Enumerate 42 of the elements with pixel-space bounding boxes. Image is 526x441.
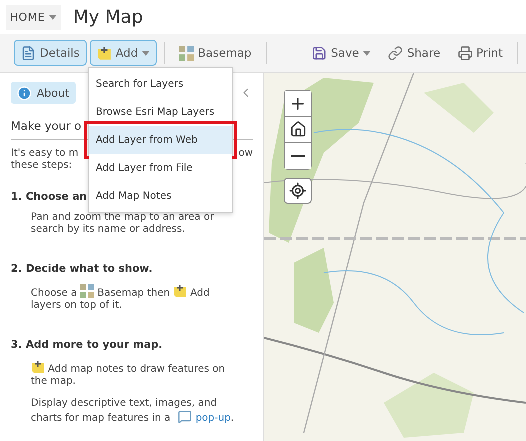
document-icon	[21, 46, 36, 60]
locate-icon	[289, 182, 307, 200]
intro-text: ow	[238, 148, 253, 160]
locate-button[interactable]	[284, 178, 312, 204]
intro-text: It's easy to m	[11, 148, 79, 160]
step-text: Display descriptive text, images, and charts for map features in a pop-up.	[30, 398, 236, 425]
menu-item[interactable]: Browse Esri Map Layers	[89, 98, 232, 126]
print-button[interactable]: Print	[450, 40, 510, 66]
info-icon	[17, 86, 32, 100]
save-icon	[312, 46, 328, 60]
zoom-in-button[interactable]	[285, 91, 311, 117]
step-title: 3. Add more to your map.	[11, 338, 163, 352]
step-text: Pan and zoom the map to an area or search by its name or address.	[30, 212, 216, 236]
home-icon	[290, 121, 306, 138]
print-icon	[458, 46, 473, 60]
grid-icon	[80, 284, 94, 298]
link-icon	[388, 46, 404, 60]
step-text: Add map notes to draw features on the map.	[11, 360, 253, 388]
menu-item[interactable]: Add Layer from Web	[89, 126, 232, 154]
intro-text: these steps:	[11, 160, 72, 172]
basemap-button[interactable]: Basemap	[172, 40, 259, 66]
step-title: 2. Decide what to show.	[11, 262, 153, 276]
popup-link[interactable]: pop-up	[196, 413, 231, 424]
home-menu[interactable]: HOME	[6, 4, 62, 30]
note-plus-icon	[173, 284, 188, 298]
add-button[interactable]: Add	[90, 40, 158, 66]
caret-icon	[49, 14, 58, 20]
panel-heading: Make your o	[11, 118, 82, 134]
step-title: 1. Choose an	[11, 190, 88, 204]
note-plus-icon	[96, 46, 112, 60]
speech-bubble-icon	[178, 410, 192, 424]
menu-item[interactable]: Add Layer from File	[89, 154, 232, 182]
step-text: Choose a Basemap then Add layers on top of it.	[11, 284, 253, 312]
menu-item[interactable]: Search for Layers	[89, 70, 232, 98]
details-button[interactable]: Details	[14, 40, 87, 66]
map-title: My Map	[73, 6, 144, 28]
share-button[interactable]: Share	[381, 40, 448, 66]
menu-item[interactable]: Add Map Notes	[89, 182, 232, 210]
grid-icon	[179, 46, 194, 60]
save-button[interactable]: Save	[305, 40, 378, 66]
note-plus-icon	[31, 360, 45, 374]
about-tab[interactable]: About	[11, 82, 76, 104]
